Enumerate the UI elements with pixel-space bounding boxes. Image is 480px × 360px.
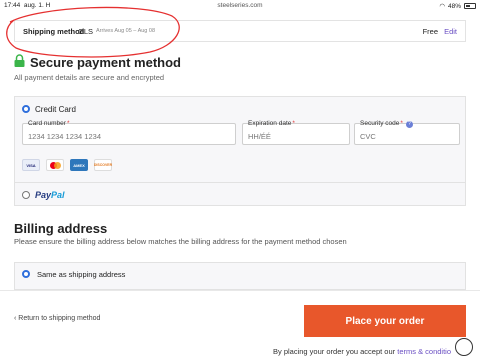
legal-text: By placing your order you accept our ter…	[273, 347, 452, 356]
card-number-field[interactable]: Card number*	[22, 120, 236, 145]
divider	[15, 182, 465, 183]
security-code-label: Security code*?	[360, 120, 413, 128]
credit-card-radio[interactable]	[22, 105, 30, 113]
security-code-input[interactable]	[360, 132, 454, 141]
visa-icon: VISA	[22, 159, 40, 171]
payment-options: Credit Card Card number* Expiration date…	[14, 96, 466, 206]
status-bar: 17:44 aug. 1. H steelseries.com ◠ 48%	[0, 0, 480, 12]
checkout-footer: ‹ Return to shipping method Place your o…	[0, 290, 480, 360]
billing-title: Billing address	[14, 221, 108, 236]
shipping-method-label: Shipping method	[23, 27, 85, 36]
same-address-label[interactable]: Same as shipping address	[37, 270, 125, 279]
battery-icon	[464, 3, 476, 9]
billing-options: Same as shipping address	[14, 262, 466, 290]
shipping-price: Free	[422, 27, 438, 36]
shipping-arrival: Arrives Aug 05 – Aug 08	[96, 28, 156, 34]
expiration-label: Expiration date*	[248, 120, 295, 127]
card-logos: VISA AMEX DISCOVER	[22, 159, 112, 171]
return-to-shipping-link[interactable]: ‹ Return to shipping method	[14, 315, 100, 322]
billing-subtitle: Please ensure the billing address below …	[14, 237, 347, 246]
same-address-radio[interactable]	[22, 270, 30, 278]
battery-percent: 48%	[447, 2, 461, 10]
place-order-button[interactable]: Place your order	[304, 305, 466, 337]
amex-icon: AMEX	[70, 159, 88, 171]
status-right: ◠ 48%	[439, 2, 476, 10]
paypal-logo[interactable]: PayPal	[35, 190, 65, 200]
security-code-field[interactable]: Security code*?	[354, 120, 460, 145]
mastercard-icon	[46, 159, 64, 171]
help-icon[interactable]: ?	[405, 121, 413, 128]
credit-card-label[interactable]: Credit Card	[35, 105, 76, 114]
chat-icon[interactable]	[455, 338, 473, 356]
url-bar[interactable]: steelseries.com	[0, 2, 480, 9]
edit-shipping-link[interactable]: Edit	[444, 27, 457, 36]
card-number-label: Card number*	[28, 120, 70, 127]
card-number-input[interactable]	[28, 132, 219, 141]
lock-icon	[14, 54, 25, 67]
terms-link[interactable]: terms & conditio	[397, 347, 451, 356]
payment-subtitle: All payment details are secure and encry…	[14, 73, 165, 82]
expiration-input[interactable]	[248, 132, 344, 141]
discover-icon: DISCOVER	[94, 159, 112, 171]
shipping-method-row: Shipping method GLS Arrives Aug 05 – Aug…	[14, 20, 466, 42]
wifi-icon: ◠	[439, 3, 445, 10]
paypal-radio[interactable]	[22, 191, 30, 199]
shipping-carrier: GLS	[78, 27, 94, 36]
expiration-field[interactable]: Expiration date*	[242, 120, 350, 145]
payment-title: Secure payment method	[30, 55, 181, 70]
